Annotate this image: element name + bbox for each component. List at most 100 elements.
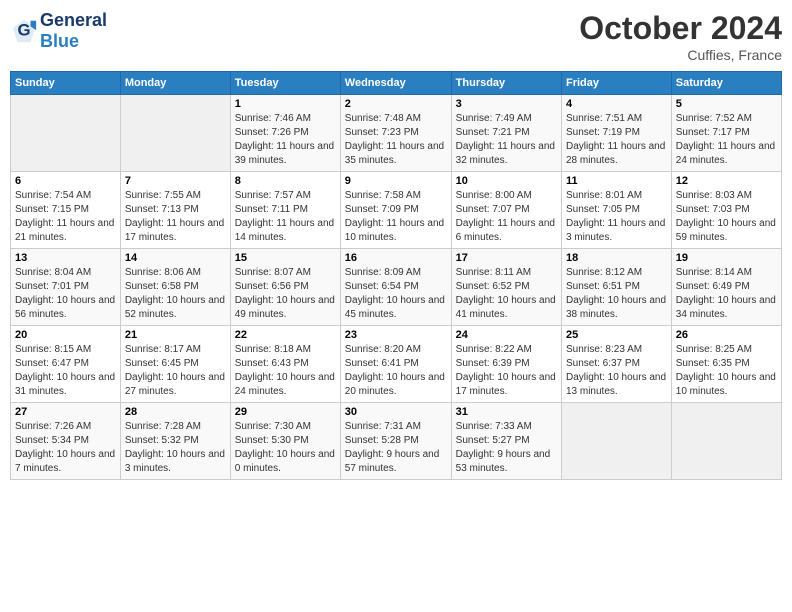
weekday-header-row: SundayMondayTuesdayWednesdayThursdayFrid… bbox=[11, 72, 782, 95]
day-details: Sunrise: 8:06 AM Sunset: 6:58 PM Dayligh… bbox=[125, 266, 226, 322]
calendar-cell: 15 Sunrise: 8:07 AM Sunset: 6:56 PM Dayli… bbox=[230, 249, 340, 326]
logo-blue-text: Blue bbox=[40, 31, 79, 51]
day-details: Sunrise: 7:58 AM Sunset: 7:09 PM Dayligh… bbox=[345, 189, 447, 245]
day-number: 4 bbox=[566, 98, 667, 110]
day-number: 21 bbox=[125, 329, 226, 341]
day-details: Sunrise: 7:33 AM Sunset: 5:27 PM Dayligh… bbox=[456, 420, 557, 476]
day-details: Sunrise: 7:26 AM Sunset: 5:34 PM Dayligh… bbox=[15, 420, 116, 476]
calendar-cell: 26Sunrise: 8:25 AM Sunset: 6:35 PM Dayli… bbox=[671, 326, 781, 403]
calendar-week-row: 13 Sunrise: 8:04 AM Sunset: 7:01 PM Dayli… bbox=[11, 249, 782, 326]
calendar-cell: 18 Sunrise: 8:12 AM Sunset: 6:51 PM Dayli… bbox=[561, 249, 671, 326]
day-details: Sunrise: 7:52 AM Sunset: 7:17 PM Dayligh… bbox=[676, 112, 777, 168]
calendar-cell: 28 Sunrise: 7:28 AM Sunset: 5:32 PM Dayli… bbox=[120, 403, 230, 480]
month-title: October 2024 bbox=[579, 10, 782, 47]
day-number: 30 bbox=[345, 406, 447, 418]
day-details: Sunrise: 7:46 AM Sunset: 7:26 PM Dayligh… bbox=[235, 112, 336, 168]
calendar-cell: 7 Sunrise: 7:55 AM Sunset: 7:13 PM Daylig… bbox=[120, 172, 230, 249]
day-details: Sunrise: 8:07 AM Sunset: 6:56 PM Dayligh… bbox=[235, 266, 336, 322]
calendar-cell: 3 Sunrise: 7:49 AM Sunset: 7:21 PM Daylig… bbox=[451, 95, 561, 172]
day-number: 12 bbox=[676, 175, 777, 187]
day-number: 13 bbox=[15, 252, 116, 264]
day-number: 14 bbox=[125, 252, 226, 264]
day-number: 7 bbox=[125, 175, 226, 187]
day-details: Sunrise: 7:49 AM Sunset: 7:21 PM Dayligh… bbox=[456, 112, 557, 168]
weekday-header: Saturday bbox=[671, 72, 781, 95]
day-details: Sunrise: 7:30 AM Sunset: 5:30 PM Dayligh… bbox=[235, 420, 336, 476]
calendar-week-row: 6Sunrise: 7:54 AM Sunset: 7:15 PM Daylig… bbox=[11, 172, 782, 249]
calendar-cell: 8 Sunrise: 7:57 AM Sunset: 7:11 PM Daylig… bbox=[230, 172, 340, 249]
day-number: 18 bbox=[566, 252, 667, 264]
day-number: 10 bbox=[456, 175, 557, 187]
calendar-cell: 14 Sunrise: 8:06 AM Sunset: 6:58 PM Dayli… bbox=[120, 249, 230, 326]
day-details: Sunrise: 7:28 AM Sunset: 5:32 PM Dayligh… bbox=[125, 420, 226, 476]
calendar-cell: 2Sunrise: 7:48 AM Sunset: 7:23 PM Daylig… bbox=[340, 95, 451, 172]
day-number: 5 bbox=[676, 98, 777, 110]
calendar-cell: 30 Sunrise: 7:31 AM Sunset: 5:28 PM Dayli… bbox=[340, 403, 451, 480]
calendar-cell: 17Sunrise: 8:11 AM Sunset: 6:52 PM Dayli… bbox=[451, 249, 561, 326]
day-number: 1 bbox=[235, 98, 336, 110]
day-details: Sunrise: 7:57 AM Sunset: 7:11 PM Dayligh… bbox=[235, 189, 336, 245]
svg-text:G: G bbox=[17, 21, 30, 40]
day-details: Sunrise: 7:55 AM Sunset: 7:13 PM Dayligh… bbox=[125, 189, 226, 245]
weekday-header: Friday bbox=[561, 72, 671, 95]
calendar-cell: 21 Sunrise: 8:17 AM Sunset: 6:45 PM Dayli… bbox=[120, 326, 230, 403]
day-details: Sunrise: 8:14 AM Sunset: 6:49 PM Dayligh… bbox=[676, 266, 777, 322]
day-details: Sunrise: 8:18 AM Sunset: 6:43 PM Dayligh… bbox=[235, 343, 336, 399]
day-number: 31 bbox=[456, 406, 557, 418]
title-block: October 2024 Cuffies, France bbox=[579, 10, 782, 63]
calendar-cell: 27Sunrise: 7:26 AM Sunset: 5:34 PM Dayli… bbox=[11, 403, 121, 480]
day-number: 8 bbox=[235, 175, 336, 187]
day-number: 15 bbox=[235, 252, 336, 264]
calendar-week-row: 1 Sunrise: 7:46 AM Sunset: 7:26 PM Daylig… bbox=[11, 95, 782, 172]
day-details: Sunrise: 8:15 AM Sunset: 6:47 PM Dayligh… bbox=[15, 343, 116, 399]
calendar-cell: 6Sunrise: 7:54 AM Sunset: 7:15 PM Daylig… bbox=[11, 172, 121, 249]
calendar-cell bbox=[120, 95, 230, 172]
day-number: 24 bbox=[456, 329, 557, 341]
day-details: Sunrise: 7:51 AM Sunset: 7:19 PM Dayligh… bbox=[566, 112, 667, 168]
day-number: 11 bbox=[566, 175, 667, 187]
calendar-cell: 10Sunrise: 8:00 AM Sunset: 7:07 PM Dayli… bbox=[451, 172, 561, 249]
day-details: Sunrise: 7:31 AM Sunset: 5:28 PM Dayligh… bbox=[345, 420, 447, 476]
day-details: Sunrise: 8:20 AM Sunset: 6:41 PM Dayligh… bbox=[345, 343, 447, 399]
day-number: 6 bbox=[15, 175, 116, 187]
day-number: 20 bbox=[15, 329, 116, 341]
day-number: 17 bbox=[456, 252, 557, 264]
day-number: 9 bbox=[345, 175, 447, 187]
calendar-week-row: 27Sunrise: 7:26 AM Sunset: 5:34 PM Dayli… bbox=[11, 403, 782, 480]
calendar-cell: 29 Sunrise: 7:30 AM Sunset: 5:30 PM Dayli… bbox=[230, 403, 340, 480]
calendar-cell: 1 Sunrise: 7:46 AM Sunset: 7:26 PM Daylig… bbox=[230, 95, 340, 172]
calendar-cell: 11 Sunrise: 8:01 AM Sunset: 7:05 PM Dayli… bbox=[561, 172, 671, 249]
calendar-cell: 16Sunrise: 8:09 AM Sunset: 6:54 PM Dayli… bbox=[340, 249, 451, 326]
day-details: Sunrise: 8:03 AM Sunset: 7:03 PM Dayligh… bbox=[676, 189, 777, 245]
logo-icon: G bbox=[10, 17, 38, 45]
page-header: G General Blue October 2024 Cuffies, Fra… bbox=[10, 10, 782, 63]
day-details: Sunrise: 8:17 AM Sunset: 6:45 PM Dayligh… bbox=[125, 343, 226, 399]
calendar-cell: 20 Sunrise: 8:15 AM Sunset: 6:47 PM Dayli… bbox=[11, 326, 121, 403]
day-details: Sunrise: 8:23 AM Sunset: 6:37 PM Dayligh… bbox=[566, 343, 667, 399]
calendar-cell: 22 Sunrise: 8:18 AM Sunset: 6:43 PM Dayli… bbox=[230, 326, 340, 403]
day-number: 28 bbox=[125, 406, 226, 418]
weekday-header: Wednesday bbox=[340, 72, 451, 95]
calendar-cell: 13 Sunrise: 8:04 AM Sunset: 7:01 PM Dayli… bbox=[11, 249, 121, 326]
weekday-header: Sunday bbox=[11, 72, 121, 95]
day-number: 19 bbox=[676, 252, 777, 264]
logo-general-text: General bbox=[40, 10, 107, 30]
day-details: Sunrise: 8:04 AM Sunset: 7:01 PM Dayligh… bbox=[15, 266, 116, 322]
day-number: 22 bbox=[235, 329, 336, 341]
location: Cuffies, France bbox=[579, 47, 782, 63]
logo: G General Blue bbox=[10, 10, 107, 52]
calendar-cell: 31 Sunrise: 7:33 AM Sunset: 5:27 PM Dayli… bbox=[451, 403, 561, 480]
day-number: 2 bbox=[345, 98, 447, 110]
day-details: Sunrise: 8:12 AM Sunset: 6:51 PM Dayligh… bbox=[566, 266, 667, 322]
day-details: Sunrise: 8:09 AM Sunset: 6:54 PM Dayligh… bbox=[345, 266, 447, 322]
day-number: 3 bbox=[456, 98, 557, 110]
day-details: Sunrise: 8:01 AM Sunset: 7:05 PM Dayligh… bbox=[566, 189, 667, 245]
day-number: 26 bbox=[676, 329, 777, 341]
calendar-cell: 24Sunrise: 8:22 AM Sunset: 6:39 PM Dayli… bbox=[451, 326, 561, 403]
weekday-header: Monday bbox=[120, 72, 230, 95]
weekday-header: Thursday bbox=[451, 72, 561, 95]
calendar-cell: 19 Sunrise: 8:14 AM Sunset: 6:49 PM Dayli… bbox=[671, 249, 781, 326]
day-number: 29 bbox=[235, 406, 336, 418]
day-number: 23 bbox=[345, 329, 447, 341]
calendar-week-row: 20 Sunrise: 8:15 AM Sunset: 6:47 PM Dayli… bbox=[11, 326, 782, 403]
